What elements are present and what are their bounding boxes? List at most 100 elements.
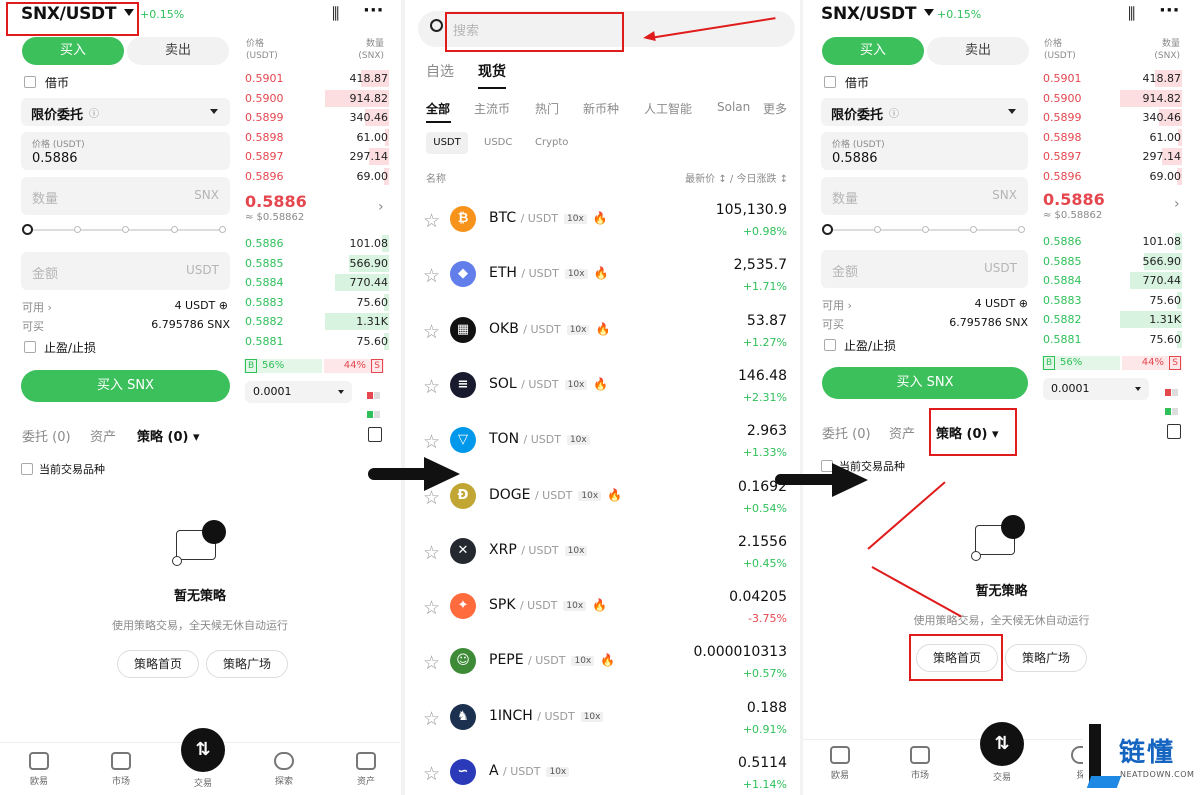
star-icon[interactable]: ☆ (423, 597, 440, 619)
tab-assets[interactable]: 资产 (889, 423, 915, 442)
bid-row[interactable]: 0.5886 101.08 (1042, 232, 1182, 251)
coin-row-okb[interactable]: ☆ ▦ OKB / USDT 10x 🔥 53.87 +1.27% (405, 311, 800, 366)
slider-handle[interactable] (822, 224, 833, 235)
slider-stop-25[interactable] (874, 226, 881, 233)
slider-stop-25[interactable] (74, 226, 81, 233)
nav-explore[interactable]: 探索 (259, 752, 309, 787)
info-icon[interactable]: ⓘ (89, 105, 99, 120)
coin-row-btc[interactable]: ☆ ₿ BTC / USDT 10x 🔥 105,130.9 +0.98% (405, 200, 800, 255)
borrow-checkbox[interactable] (24, 76, 36, 88)
nav-trade-label[interactable]: 交易 (178, 776, 228, 789)
bid-row[interactable]: 0.5884 770.44 (244, 273, 389, 292)
depth-select[interactable]: 0.0001 (245, 381, 352, 403)
coin-row-xrp[interactable]: ☆ ✕ XRP / USDT 10x 2.1556 +0.45% (405, 532, 800, 587)
ask-row[interactable]: 0.5899 340.46 (1042, 108, 1182, 127)
slider-stop-75[interactable] (970, 226, 977, 233)
nav-market[interactable]: 市场 (895, 746, 945, 781)
order-type-select[interactable]: 限价委托 ⓘ (821, 98, 1028, 126)
ask-row[interactable]: 0.5896 69.00 (244, 167, 389, 186)
star-icon[interactable]: ☆ (423, 431, 440, 453)
quantity-field[interactable]: 数量 SNX (21, 177, 230, 215)
star-icon[interactable]: ☆ (423, 265, 440, 287)
ask-row[interactable]: 0.5897 297.14 (1042, 147, 1182, 166)
bid-row[interactable]: 0.5883 75.60 (244, 293, 389, 312)
bid-row[interactable]: 0.5882 1.31K (244, 312, 389, 331)
candlestick-icon[interactable]: ⫼ (1128, 4, 1135, 24)
quote-usdc[interactable]: USDC (484, 137, 512, 148)
slider-stop-75[interactable] (171, 226, 178, 233)
ask-row[interactable]: 0.5896 69.00 (1042, 167, 1182, 186)
pair-selector[interactable]: SNX/USDT (821, 4, 935, 24)
bid-row[interactable]: 0.5884 770.44 (1042, 271, 1182, 290)
star-icon[interactable]: ☆ (423, 210, 440, 232)
tab-orders[interactable]: 委托 (0) (822, 423, 871, 442)
book-layout-icon[interactable] (367, 384, 381, 418)
chevron-right-icon[interactable]: › (1174, 196, 1180, 212)
star-icon[interactable]: ☆ (423, 652, 440, 674)
history-icon[interactable] (368, 427, 382, 442)
bid-row[interactable]: 0.5882 1.31K (1042, 310, 1182, 329)
coin-row-sol[interactable]: ☆ ≡ SOL / USDT 10x 🔥 146.48 +2.31% (405, 366, 800, 421)
nav-assets[interactable]: 资产 (341, 752, 391, 787)
buy-snx-button[interactable]: 买入 SNX (21, 370, 230, 402)
available-label[interactable]: 可用 › (22, 299, 52, 315)
quote-usdt[interactable]: USDT (426, 132, 468, 154)
more-icon[interactable]: ··· (1159, 0, 1180, 21)
tab-sell[interactable]: 卖出 (927, 37, 1029, 65)
price-field[interactable]: 价格 (USDT) 0.5886 (21, 132, 230, 170)
ask-row[interactable]: 0.5899 340.46 (244, 108, 389, 127)
star-icon[interactable]: ☆ (423, 321, 440, 343)
trade-icon[interactable]: ⇅ (181, 728, 225, 772)
coin-row-a[interactable]: ☆ ∽ A / USDT 10x 0.5114 +1.14% (405, 753, 800, 795)
strategy-home-button[interactable]: 策略首页 (117, 650, 199, 678)
cat-hot[interactable]: 热门 (535, 100, 559, 117)
coin-row-1inch[interactable]: ☆ ♞ 1INCH / USDT 10x 0.188 +0.91% (405, 698, 800, 753)
star-icon[interactable]: ☆ (423, 708, 440, 730)
quantity-field[interactable]: 数量 SNX (821, 177, 1028, 215)
coin-row-pepe[interactable]: ☆ ☺ PEPE / USDT 10x 🔥 0.000010313 +0.57% (405, 642, 800, 697)
coin-row-ton[interactable]: ☆ ▽ TON / USDT 10x 2.963 +1.33% (405, 421, 800, 476)
slider-stop-100[interactable] (219, 226, 226, 233)
current-pair-checkbox[interactable] (21, 463, 33, 475)
cat-solana[interactable]: Solan (717, 100, 750, 114)
depth-select[interactable]: 0.0001 (1043, 378, 1149, 400)
tpsl-checkbox[interactable] (824, 339, 836, 351)
bid-row[interactable]: 0.5881 75.60 (244, 332, 389, 351)
coin-row-doge[interactable]: ☆ Ð DOGE / USDT 10x 🔥 0.1692 +0.54% (405, 477, 800, 532)
slider-stop-50[interactable] (922, 226, 929, 233)
star-icon[interactable]: ☆ (423, 763, 440, 785)
tab-spot[interactable]: 现货 (478, 61, 506, 81)
bid-row[interactable]: 0.5883 75.60 (1042, 291, 1182, 310)
ask-row[interactable]: 0.5900 914.82 (244, 89, 389, 108)
bid-row[interactable]: 0.5885 566.90 (244, 254, 389, 273)
price-field[interactable]: 价格 (USDT) 0.5886 (821, 132, 1028, 170)
tab-sell[interactable]: 卖出 (127, 37, 229, 65)
trade-icon[interactable]: ⇅ (980, 722, 1024, 766)
ask-row[interactable]: 0.5898 61.00 (244, 128, 389, 147)
ask-row[interactable]: 0.5901 418.87 (1042, 69, 1182, 88)
coin-row-eth[interactable]: ☆ ◆ ETH / USDT 10x 🔥 2,535.7 +1.71% (405, 255, 800, 310)
cat-all[interactable]: 全部 (426, 100, 450, 117)
tab-buy[interactable]: 买入 (822, 37, 924, 65)
strategy-square-button[interactable]: 策略广场 (1005, 644, 1087, 672)
cat-major[interactable]: 主流币 (474, 100, 510, 117)
tab-favorites[interactable]: 自选 (426, 61, 454, 81)
ask-row[interactable]: 0.5898 61.00 (1042, 128, 1182, 147)
slider-stop-50[interactable] (122, 226, 129, 233)
bid-row[interactable]: 0.5881 75.60 (1042, 330, 1182, 349)
nav-trade-label[interactable]: 交易 (977, 770, 1027, 783)
amount-field[interactable]: 金额 USDT (821, 250, 1028, 288)
available-label[interactable]: 可用 › (822, 297, 852, 313)
bid-row[interactable]: 0.5885 566.90 (1042, 252, 1182, 271)
star-icon[interactable]: ☆ (423, 376, 440, 398)
coin-row-spk[interactable]: ☆ ✦ SPK / USDT 10x 🔥 0.04205 -3.75% (405, 587, 800, 642)
tab-orders[interactable]: 委托 (0) (22, 426, 71, 445)
order-type-select[interactable]: 限价委托 ⓘ (21, 98, 230, 126)
cat-ai[interactable]: 人工智能 (644, 100, 692, 117)
buy-snx-button[interactable]: 买入 SNX (822, 367, 1028, 399)
cat-more[interactable]: 更多 (760, 100, 788, 117)
book-layout-icon[interactable] (1165, 381, 1179, 415)
tab-assets[interactable]: 资产 (90, 426, 116, 445)
nav-home[interactable]: 欧易 (14, 752, 64, 787)
slider-handle[interactable] (22, 224, 33, 235)
